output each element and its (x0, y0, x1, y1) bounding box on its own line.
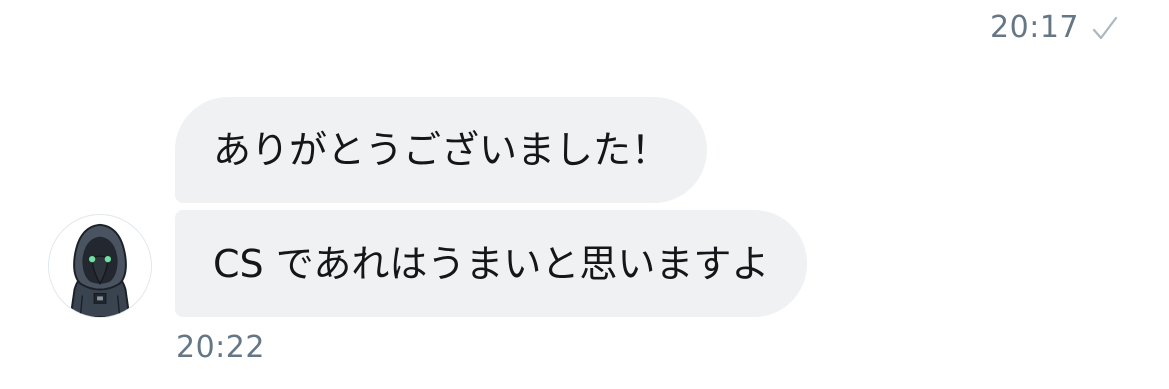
sent-timestamp: 20:17 (990, 10, 1079, 45)
checkmark-icon (1091, 13, 1119, 43)
message-text: CS であれはうまいと思いますよ (213, 241, 770, 286)
message-bubble[interactable]: CS であれはうまいと思いますよ (175, 210, 808, 317)
message-bubble[interactable]: ありがとうございました！ (175, 97, 708, 203)
avatar[interactable] (48, 214, 152, 318)
sent-message-meta: 20:17 (990, 10, 1119, 45)
received-timestamp: 20:22 (176, 330, 265, 365)
message-text: ありがとうございました！ (213, 128, 670, 172)
hooded-figure-avatar-icon (69, 223, 131, 317)
